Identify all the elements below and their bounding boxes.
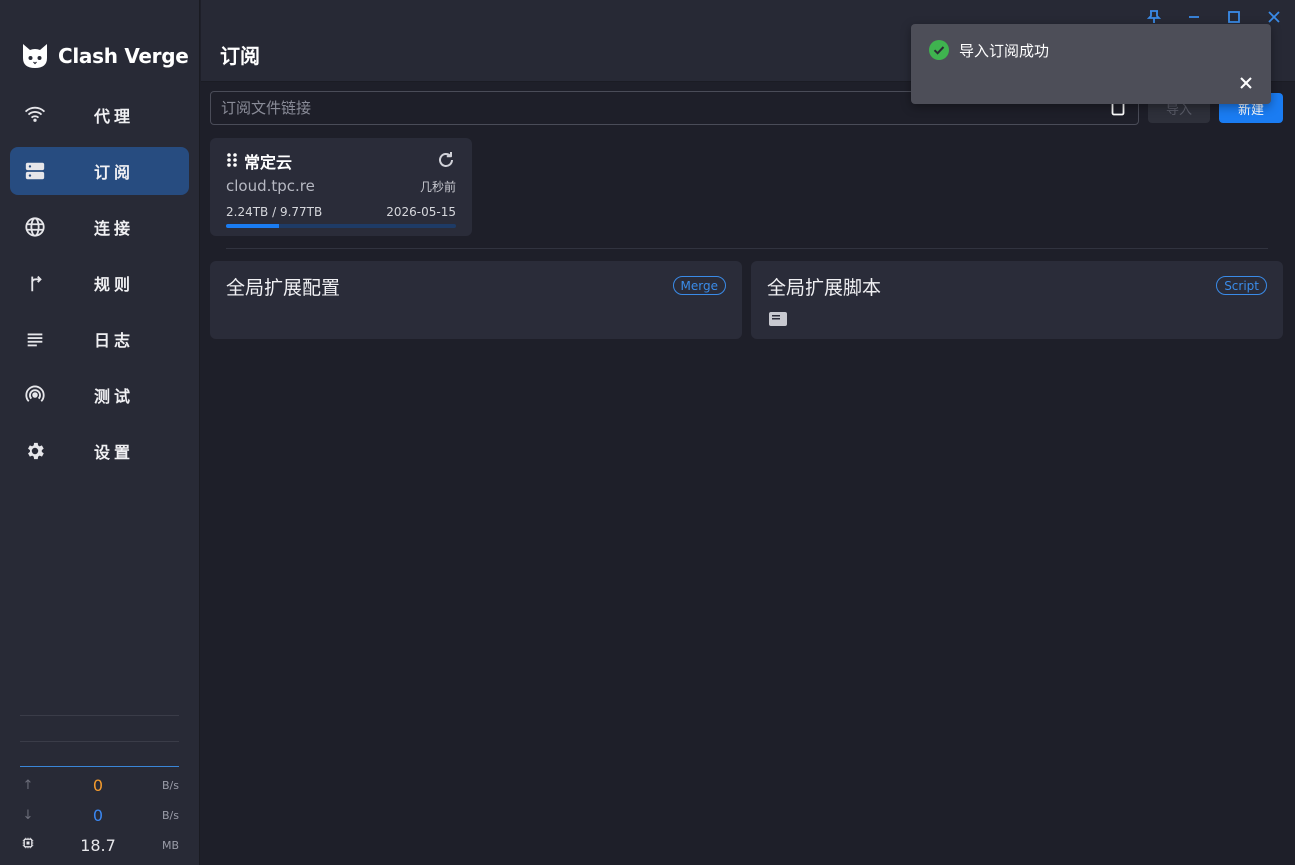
globe-icon [24, 216, 46, 238]
sidebar-divider [20, 715, 179, 716]
sidebar-item-logs[interactable]: 日志 [10, 315, 189, 363]
global-script-card[interactable]: 全局扩展脚本 Script [751, 261, 1283, 339]
drag-handle-icon[interactable] [226, 152, 238, 168]
sidebar-item-rules[interactable]: 规则 [10, 259, 189, 307]
subscription-expire-date: 2026-05-15 [386, 205, 456, 219]
success-toast: 导入订阅成功 [911, 24, 1271, 104]
subscription-card[interactable]: 常定云 cloud.tpc.re 几秒前 2.24TB / 9.77TB 202… [210, 138, 472, 236]
app-name: Clash Verge [58, 44, 189, 68]
upload-value: 0 [92, 775, 104, 795]
sidebar: Clash Verge 代理 订阅 连接 规则 日志 测试 设置 ↑ 0 B/s… [0, 0, 200, 865]
cat-logo-icon [23, 44, 47, 68]
sidebar-item-proxy[interactable]: 代理 [10, 91, 189, 139]
memory-value: 18.7 [80, 835, 116, 855]
wifi-icon [24, 104, 46, 126]
usage-progress-bar [226, 224, 456, 228]
toast-message: 导入订阅成功 [959, 42, 1050, 60]
download-value: 0 [92, 805, 104, 825]
file-icon [769, 311, 787, 326]
refresh-icon[interactable] [436, 150, 456, 170]
subscription-url: cloud.tpc.re [226, 177, 315, 195]
merge-card-title: 全局扩展配置 [226, 277, 341, 299]
upload-speed: ↑ 0 B/s [20, 775, 179, 795]
fork-icon [24, 272, 46, 294]
server-icon [24, 160, 46, 182]
lines-icon [24, 328, 46, 350]
app-logo: Clash Verge [20, 40, 189, 72]
chip-icon [20, 837, 36, 853]
memory-usage: 18.7 MB [20, 835, 179, 855]
usage-progress-fill [226, 224, 279, 228]
sidebar-item-test[interactable]: 测试 [10, 371, 189, 419]
download-unit: B/s [162, 808, 179, 822]
arrow-up-icon: ↑ [22, 777, 34, 793]
sidebar-item-label: 代理 [94, 107, 135, 126]
check-circle-icon [929, 40, 949, 60]
upload-unit: B/s [162, 778, 179, 792]
merge-badge: Merge [672, 276, 726, 295]
page-title: 订阅 [220, 44, 260, 68]
sidebar-item-settings[interactable]: 设置 [10, 427, 189, 475]
section-divider [226, 248, 1268, 249]
sidebar-nav: 代理 订阅 连接 规则 日志 测试 设置 [10, 91, 189, 483]
subscription-name: 常定云 [244, 153, 293, 172]
sidebar-item-label: 连接 [94, 219, 135, 238]
sidebar-item-connections[interactable]: 连接 [10, 203, 189, 251]
traffic-graph-baseline [20, 766, 179, 767]
radar-icon [24, 384, 46, 406]
script-badge: Script [1216, 276, 1267, 295]
download-speed: ↓ 0 B/s [20, 805, 179, 825]
arrow-down-icon: ↓ [22, 807, 34, 823]
subscription-updated-time: 几秒前 [419, 180, 456, 194]
sidebar-item-label: 规则 [94, 275, 135, 294]
sidebar-item-label: 测试 [94, 387, 135, 406]
subscription-usage: 2.24TB / 9.77TB [226, 205, 323, 219]
sidebar-item-label: 订阅 [94, 163, 135, 182]
toast-close-icon[interactable] [1237, 74, 1255, 92]
gear-icon [24, 440, 46, 462]
sidebar-item-label: 日志 [94, 331, 135, 350]
global-merge-card[interactable]: 全局扩展配置 Merge [210, 261, 742, 339]
script-card-title: 全局扩展脚本 [767, 277, 882, 299]
memory-unit: MB [161, 838, 179, 852]
sidebar-item-subscriptions[interactable]: 订阅 [10, 147, 189, 195]
sidebar-item-label: 设置 [94, 443, 135, 462]
sidebar-divider [20, 741, 179, 742]
